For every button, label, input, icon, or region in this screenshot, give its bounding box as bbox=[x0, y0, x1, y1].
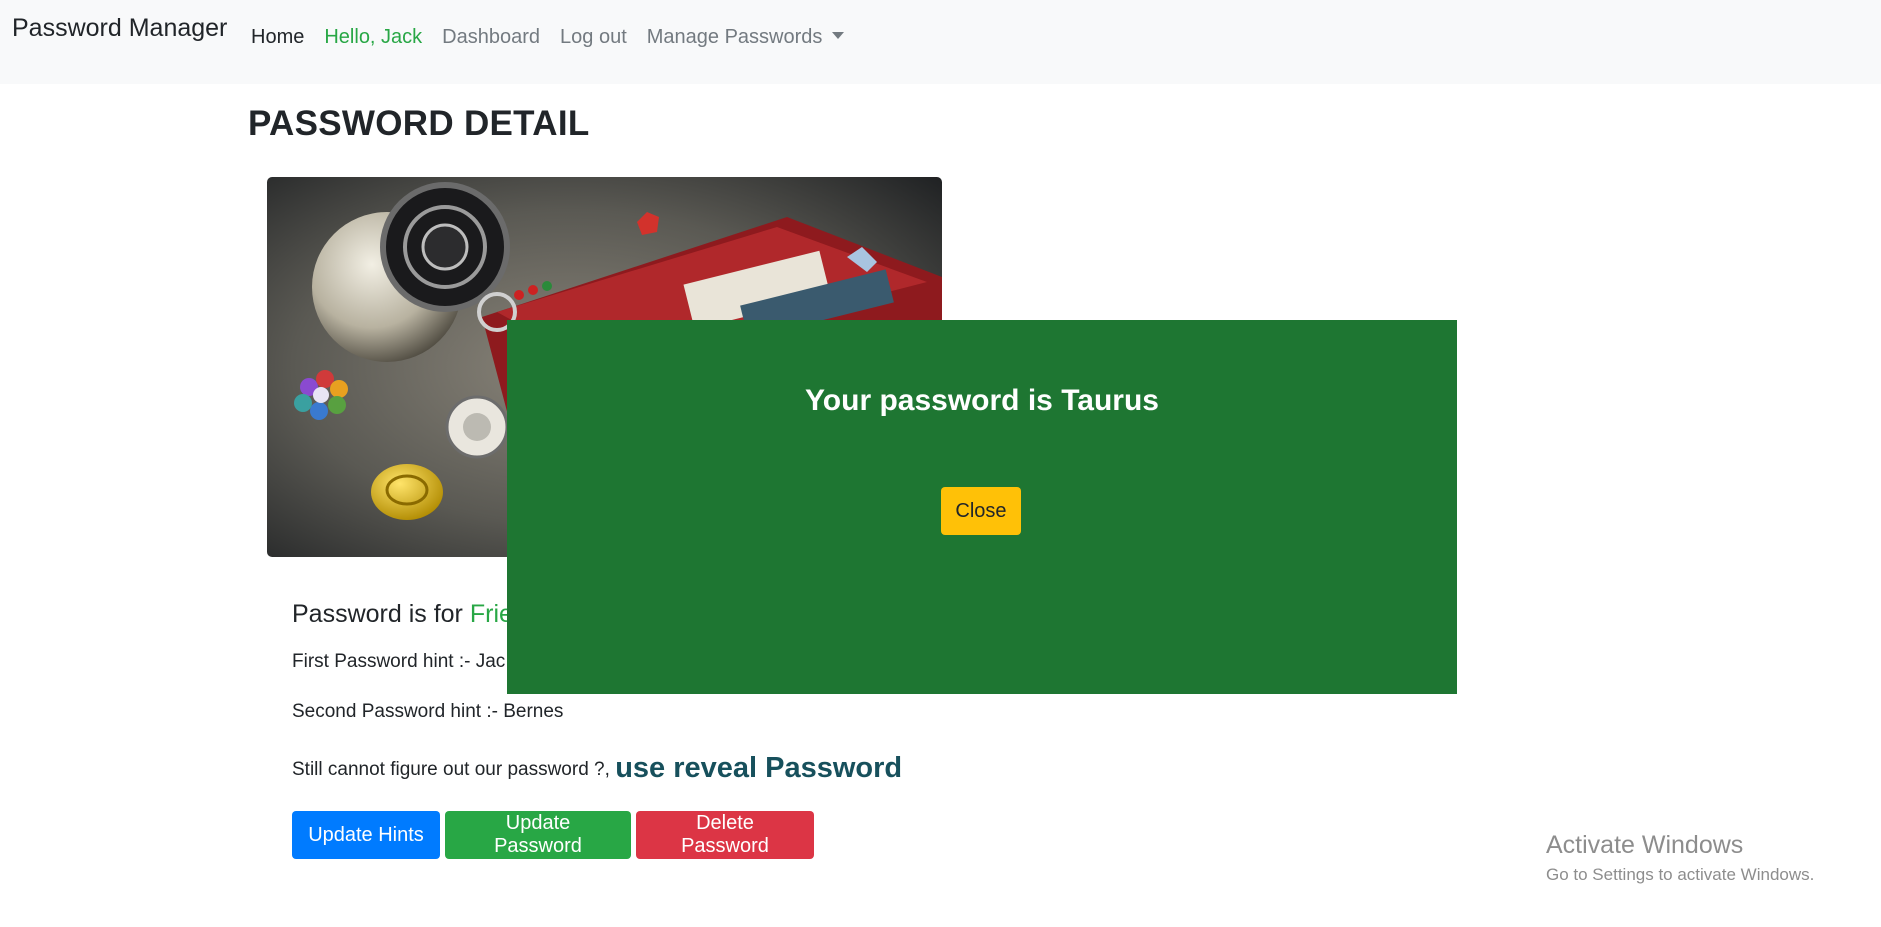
navbar: Password Manager Home Hello, Jack Dashbo… bbox=[0, 0, 1881, 84]
password-for-label: Password is for bbox=[292, 600, 463, 628]
password-for-heading: Password is for Frie bbox=[292, 600, 513, 629]
second-hint-text: Second Password hint :- Bernes bbox=[292, 701, 564, 722]
modal-close-button[interactable]: Close bbox=[941, 487, 1021, 535]
nav-manage-passwords-label: Manage Passwords bbox=[646, 26, 823, 48]
action-buttons: Update Hints Update Password Delete Pass… bbox=[292, 811, 819, 859]
reveal-prompt-text: Still cannot figure out our password ?, bbox=[292, 759, 610, 780]
update-password-button[interactable]: Update Password bbox=[445, 811, 631, 859]
first-hint-text: First Password hint :- Jac bbox=[292, 651, 506, 672]
reveal-prompt: Still cannot figure out our password ?, … bbox=[292, 752, 902, 785]
page-title: PASSWORD DETAIL bbox=[248, 104, 590, 143]
nav-manage-passwords-dropdown[interactable]: Manage Passwords bbox=[647, 26, 845, 49]
update-hints-button[interactable]: Update Hints bbox=[292, 811, 440, 859]
watermark-title: Activate Windows bbox=[1546, 831, 1744, 859]
nav-logout[interactable]: Log out bbox=[560, 26, 627, 49]
delete-password-button[interactable]: Delete Password bbox=[636, 811, 814, 859]
nav-menu: Home Hello, Jack Dashboard Log out Manag… bbox=[251, 26, 864, 49]
reveal-password-modal: Your password is Taurus Close bbox=[507, 320, 1457, 694]
nav-home[interactable]: Home bbox=[251, 26, 304, 49]
watermark-subtitle: Go to Settings to activate Windows. bbox=[1546, 865, 1815, 884]
nav-user-greeting[interactable]: Hello, Jack bbox=[324, 26, 422, 49]
nav-dashboard[interactable]: Dashboard bbox=[442, 26, 540, 49]
modal-message: Your password is Taurus bbox=[805, 384, 1159, 417]
activate-windows-watermark: Activate Windows Go to Settings to activ… bbox=[1546, 830, 1814, 888]
brand-link[interactable]: Password Manager bbox=[12, 14, 227, 43]
reveal-password-link[interactable]: use reveal Password bbox=[615, 752, 902, 784]
chevron-down-icon bbox=[832, 32, 845, 39]
